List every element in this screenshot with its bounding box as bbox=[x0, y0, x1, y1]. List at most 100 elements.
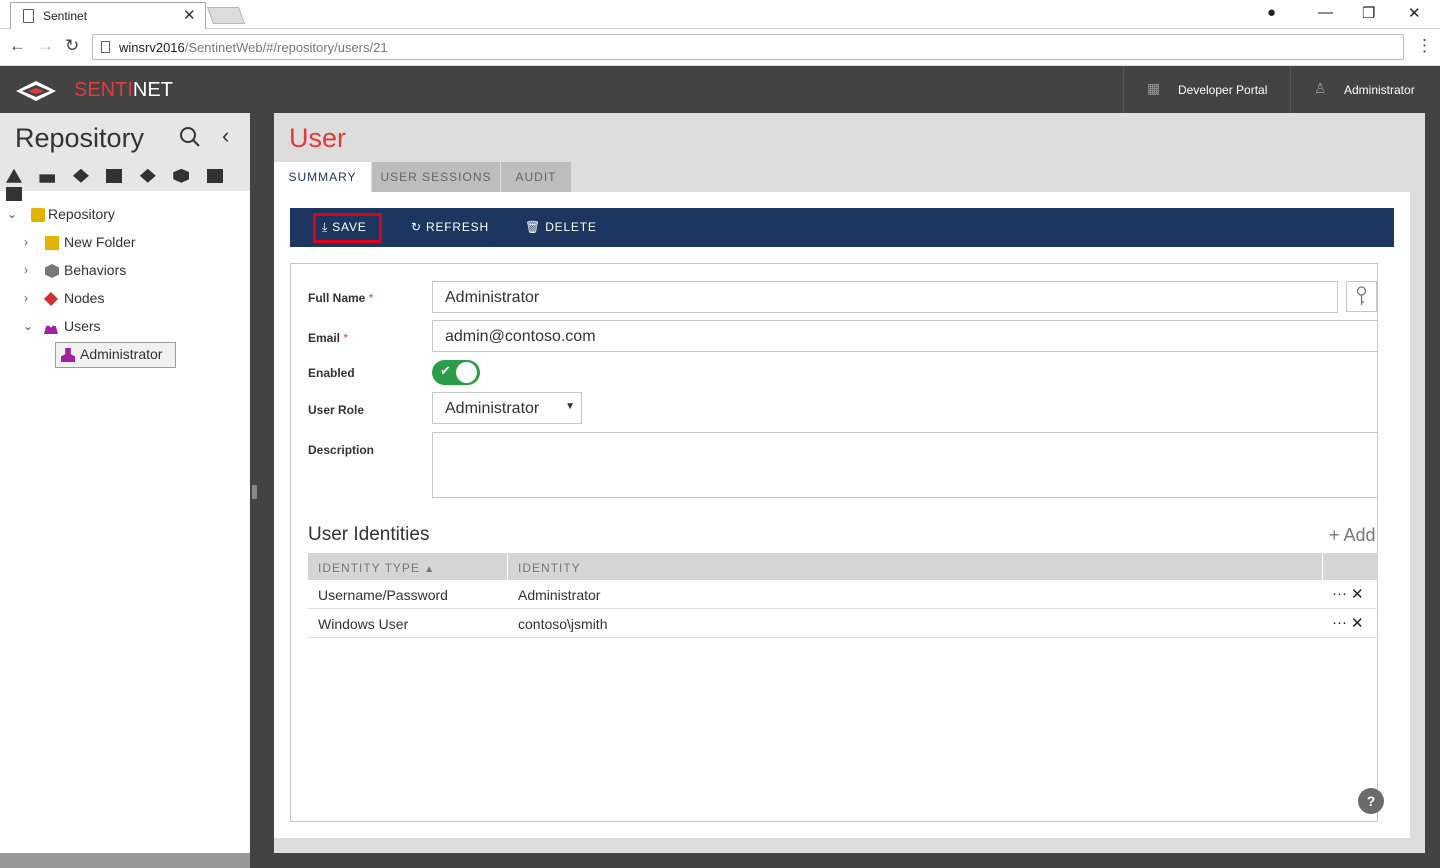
user-menu[interactable]: Administrator bbox=[1344, 83, 1415, 97]
email-input[interactable]: admin@contoso.com bbox=[432, 320, 1378, 352]
url-path: /SentinetWeb/#/repository/users/21 bbox=[184, 40, 388, 55]
developer-portal-link[interactable]: Developer Portal bbox=[1178, 83, 1267, 97]
column-identity[interactable]: IDENTITY bbox=[518, 561, 581, 575]
header-divider bbox=[1123, 66, 1124, 113]
forward-icon[interactable]: → bbox=[37, 36, 54, 56]
refresh-label: REFRESH bbox=[426, 220, 489, 234]
page-info-icon bbox=[101, 41, 110, 53]
restore-icon[interactable]: ❐ bbox=[1362, 4, 1375, 22]
collapse-panel-icon[interactable]: ‹ bbox=[222, 123, 229, 149]
tab-user-sessions[interactable]: USER SESSIONS bbox=[372, 162, 500, 192]
download-icon: ⤓ bbox=[322, 220, 329, 234]
filter-users-icon[interactable] bbox=[6, 186, 22, 201]
chevron-down-icon[interactable]: ⌄ bbox=[23, 319, 33, 333]
tree-node-repository[interactable]: ⌄ Repository bbox=[0, 204, 250, 226]
check-icon: ✔ bbox=[440, 363, 451, 378]
key-button[interactable] bbox=[1346, 281, 1377, 312]
filter-interfaces-icon[interactable] bbox=[6, 168, 22, 183]
close-window-icon[interactable]: ✕ bbox=[1408, 4, 1421, 22]
full-name-label: Full Name * bbox=[308, 291, 374, 305]
more-icon[interactable]: ··· bbox=[1332, 585, 1347, 602]
splitter-grip[interactable] bbox=[252, 485, 257, 499]
user-icon: ♙ bbox=[1314, 80, 1327, 96]
refresh-button[interactable]: ↻ REFRESH bbox=[411, 208, 489, 247]
tree-node-users[interactable]: ⌄ Users bbox=[0, 316, 250, 338]
repository-panel: Repository ‹ ⌄ Repository › New Folder ›… bbox=[0, 113, 250, 868]
nodes-icon bbox=[44, 292, 58, 306]
repository-title: Repository bbox=[15, 123, 145, 153]
url-host: winsrv2016 bbox=[119, 40, 185, 55]
user-icon bbox=[61, 348, 75, 362]
panel-scrollbar[interactable] bbox=[0, 853, 250, 868]
chevron-right-icon[interactable]: › bbox=[24, 291, 28, 305]
identities-table-header: IDENTITY TYPE ▲ IDENTITY bbox=[308, 553, 1378, 580]
browser-tab[interactable]: Sentinet ✕ bbox=[10, 2, 206, 29]
close-tab-icon[interactable]: ✕ bbox=[183, 6, 196, 24]
save-label: SAVE bbox=[332, 220, 367, 234]
profile-icon[interactable]: ● bbox=[1267, 4, 1276, 21]
delete-label: DELETE bbox=[545, 220, 597, 234]
tab-audit[interactable]: AUDIT bbox=[501, 162, 571, 192]
tree-node-label: Users bbox=[64, 318, 101, 334]
chevron-right-icon[interactable]: › bbox=[24, 235, 28, 249]
back-icon[interactable]: ← bbox=[9, 36, 26, 56]
new-tab-button[interactable] bbox=[206, 7, 246, 24]
browser-tab-title: Sentinet bbox=[43, 9, 88, 23]
tree-node-label: New Folder bbox=[64, 234, 136, 250]
users-icon bbox=[44, 325, 58, 334]
remove-icon[interactable]: ✕ bbox=[1351, 614, 1364, 632]
user-role-label: User Role bbox=[308, 403, 365, 417]
chevron-down-icon[interactable]: ⌄ bbox=[7, 207, 17, 221]
page-title: User bbox=[289, 123, 347, 153]
menu-kebab-icon[interactable]: ⋮ bbox=[1416, 36, 1433, 56]
description-textarea[interactable] bbox=[432, 432, 1378, 498]
full-name-input[interactable]: Administrator bbox=[432, 281, 1338, 313]
user-role-value: Administrator bbox=[445, 400, 540, 417]
summary-card: ⤓ SAVE ↻ REFRESH 🗑 DELETE Full Name * Ad… bbox=[274, 192, 1410, 838]
tree-node-new-folder[interactable]: › New Folder bbox=[0, 232, 250, 254]
key-icon bbox=[1356, 286, 1367, 305]
folder-icon bbox=[45, 236, 59, 250]
tree-node-nodes[interactable]: › Nodes bbox=[0, 288, 250, 310]
filter-hosts-icon[interactable] bbox=[206, 168, 223, 183]
help-button[interactable]: ? bbox=[1358, 788, 1384, 814]
chevron-right-icon[interactable]: › bbox=[24, 263, 28, 277]
address-bar: ← → ↻ winsrv2016/SentinetWeb/#/repositor… bbox=[0, 29, 1440, 66]
content-panel: User SUMMARY USER SESSIONS AUDIT ⤓ SAVE … bbox=[274, 113, 1425, 853]
refresh-icon: ↻ bbox=[411, 220, 422, 234]
sort-ascending-icon: ▲ bbox=[424, 564, 436, 575]
filter-services-icon[interactable] bbox=[106, 168, 123, 183]
more-icon[interactable]: ··· bbox=[1332, 614, 1347, 631]
action-toolbar: ⤓ SAVE ↻ REFRESH 🗑 DELETE bbox=[290, 208, 1394, 247]
enabled-toggle[interactable]: ✔ bbox=[432, 360, 480, 385]
identity-type-cell: Windows User bbox=[318, 616, 409, 632]
delete-button[interactable]: 🗑 DELETE bbox=[525, 208, 597, 247]
tree-node-label: Behaviors bbox=[64, 262, 127, 278]
tab-summary[interactable]: SUMMARY bbox=[274, 162, 371, 192]
minimize-icon[interactable]: — bbox=[1318, 4, 1333, 21]
app-header: SENTINET ▦ Developer Portal ♙ Administra… bbox=[0, 66, 1440, 113]
save-button[interactable]: ⤓ SAVE bbox=[322, 208, 367, 247]
trash-icon: 🗑 bbox=[525, 220, 542, 234]
tree-node-administrator[interactable]: Administrator bbox=[56, 344, 174, 366]
table-row[interactable]: Username/Password Administrator ··· ✕ bbox=[308, 580, 1378, 609]
url-input[interactable]: winsrv2016/SentinetWeb/#/repository/user… bbox=[92, 34, 1404, 60]
tree-node-label: Administrator bbox=[80, 346, 163, 362]
column-identity-type[interactable]: IDENTITY TYPE ▲ bbox=[318, 561, 435, 575]
filter-routing-icon[interactable] bbox=[72, 168, 89, 183]
tree-node-behaviors[interactable]: › Behaviors bbox=[0, 260, 250, 282]
email-label: Email * bbox=[308, 331, 349, 345]
identity-cell: contoso\jsmith bbox=[518, 616, 608, 632]
filter-behaviors-icon[interactable] bbox=[173, 168, 190, 183]
filter-nodes-icon[interactable] bbox=[139, 168, 156, 183]
browser-tabbar: Sentinet ✕ ● — ❐ ✕ bbox=[0, 0, 1440, 29]
remove-icon[interactable]: ✕ bbox=[1351, 585, 1364, 603]
table-row[interactable]: Windows User contoso\jsmith ··· ✕ bbox=[308, 609, 1378, 638]
reload-icon[interactable]: ↻ bbox=[65, 36, 79, 56]
tree-node-label: Repository bbox=[48, 206, 115, 222]
user-role-select[interactable]: Administrator ▼ bbox=[432, 392, 582, 424]
filter-security-icon[interactable] bbox=[39, 174, 56, 183]
sentinet-logo-icon[interactable] bbox=[16, 77, 76, 103]
add-identity-button[interactable]: + Add bbox=[1329, 525, 1376, 546]
search-icon[interactable] bbox=[178, 125, 202, 149]
